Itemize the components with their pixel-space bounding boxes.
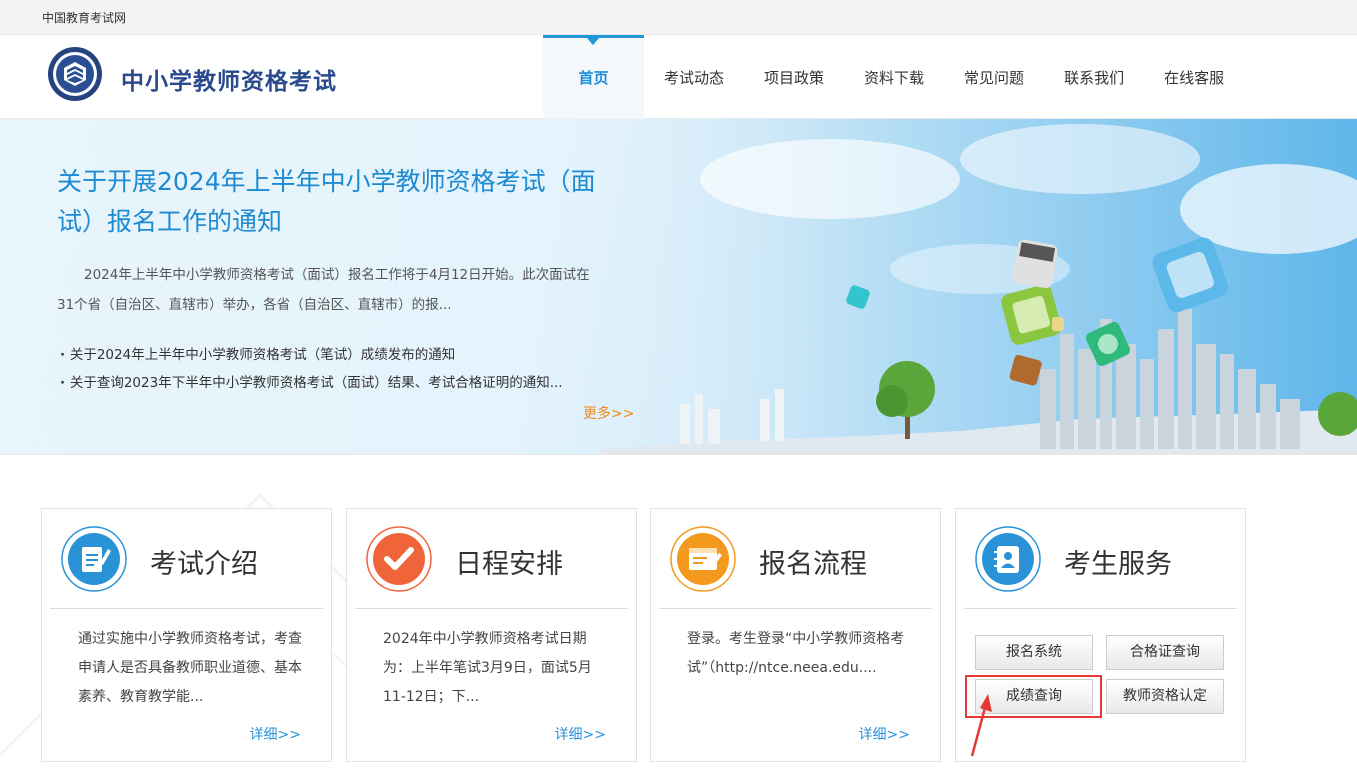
card-detail-link[interactable]: 详细>>: [250, 724, 301, 744]
news-more-link[interactable]: 更多>>: [583, 403, 634, 423]
card-description: 2024年中小学教师资格考试日期为：上半年笔试3月9日，面试5月11-12日；下…: [383, 631, 592, 705]
nav-downloads[interactable]: 资料下载: [844, 35, 944, 119]
registration-system-button[interactable]: 报名系统: [975, 635, 1093, 670]
neea-link[interactable]: 中国教育考试网: [42, 9, 126, 26]
card-title[interactable]: 日程安排: [455, 542, 563, 581]
card-header: 考试介绍: [50, 509, 323, 609]
card-header: 报名流程: [659, 509, 932, 609]
card-description: 通过实施中小学教师资格考试，考查申请人是否具备教师职业道德、基本素养、教育教学能…: [78, 631, 302, 705]
card-schedule: 日程安排 2024年中小学教师资格考试日期为：上半年笔试3月9日，面试5月11-…: [346, 508, 637, 762]
checkmark-icon: [366, 526, 432, 592]
headline-news-summary: 2024年上半年中小学教师资格考试（面试）报名工作将于4月12日开始。此次面试在…: [57, 267, 590, 313]
site-logo-title[interactable]: 中小学教师资格考试: [121, 62, 337, 96]
card-description: 登录。考生登录“中小学教师资格考试”（http://ntce.neea.edu.…: [687, 631, 905, 676]
card-title[interactable]: 考试介绍: [150, 542, 258, 581]
news-item-written-results[interactable]: 关于2024年上半年中小学教师资格考试（笔试）成绩发布的通知: [60, 341, 563, 369]
card-registration-process: 报名流程 登录。考生登录“中小学教师资格考试”（http://ntce.neea…: [650, 508, 941, 762]
exam-emblem-icon[interactable]: [47, 46, 103, 102]
headline-news-title[interactable]: 关于开展2024年上半年中小学教师资格考试（面试）报名工作的通知: [57, 162, 617, 242]
teacher-certification-button[interactable]: 教师资格认定: [1106, 679, 1224, 714]
card-header: 日程安排: [355, 509, 628, 609]
card-exam-intro: 考试介绍 通过实施中小学教师资格考试，考查申请人是否具备教师职业道德、基本素养、…: [41, 508, 332, 762]
news-list: 关于2024年上半年中小学教师资格考试（笔试）成绩发布的通知 关于查询2023年…: [60, 341, 563, 397]
nav-faq[interactable]: 常见问题: [944, 35, 1044, 119]
nav-contact[interactable]: 联系我们: [1044, 35, 1144, 119]
registration-form-icon: [670, 526, 736, 592]
nav-home[interactable]: 首页: [543, 35, 644, 119]
nav-exam-news[interactable]: 考试动态: [644, 35, 744, 119]
card-detail-link[interactable]: 详细>>: [555, 724, 606, 744]
card-title[interactable]: 报名流程: [759, 542, 867, 581]
certificate-query-button[interactable]: 合格证查询: [1106, 635, 1224, 670]
news-item-interview-results[interactable]: 关于查询2023年下半年中小学教师资格考试（面试）结果、考试合格证明的通知...: [60, 369, 563, 397]
card-header: 考生服务: [964, 509, 1237, 609]
news-banner: 关于开展2024年上半年中小学教师资格考试（面试）报名工作的通知 2024年上半…: [0, 119, 1357, 455]
site-header: 中小学教师资格考试 首页 考试动态 项目政策 资料下载 常见问题 联系我们 在线…: [0, 35, 1357, 119]
nav-policy[interactable]: 项目政策: [744, 35, 844, 119]
card-detail-link[interactable]: 详细>>: [859, 724, 910, 744]
top-bar: 中国教育考试网: [0, 0, 1357, 35]
card-title[interactable]: 考生服务: [1064, 542, 1172, 581]
main-nav: 首页 考试动态 项目政策 资料下载 常见问题 联系我们 在线客服: [543, 35, 1244, 119]
contact-book-icon: [975, 526, 1041, 592]
banner-illustration: [600, 119, 1357, 454]
annotation-arrow-icon: [970, 694, 992, 757]
nav-online-service[interactable]: 在线客服: [1144, 35, 1244, 119]
document-edit-icon: [61, 526, 127, 592]
